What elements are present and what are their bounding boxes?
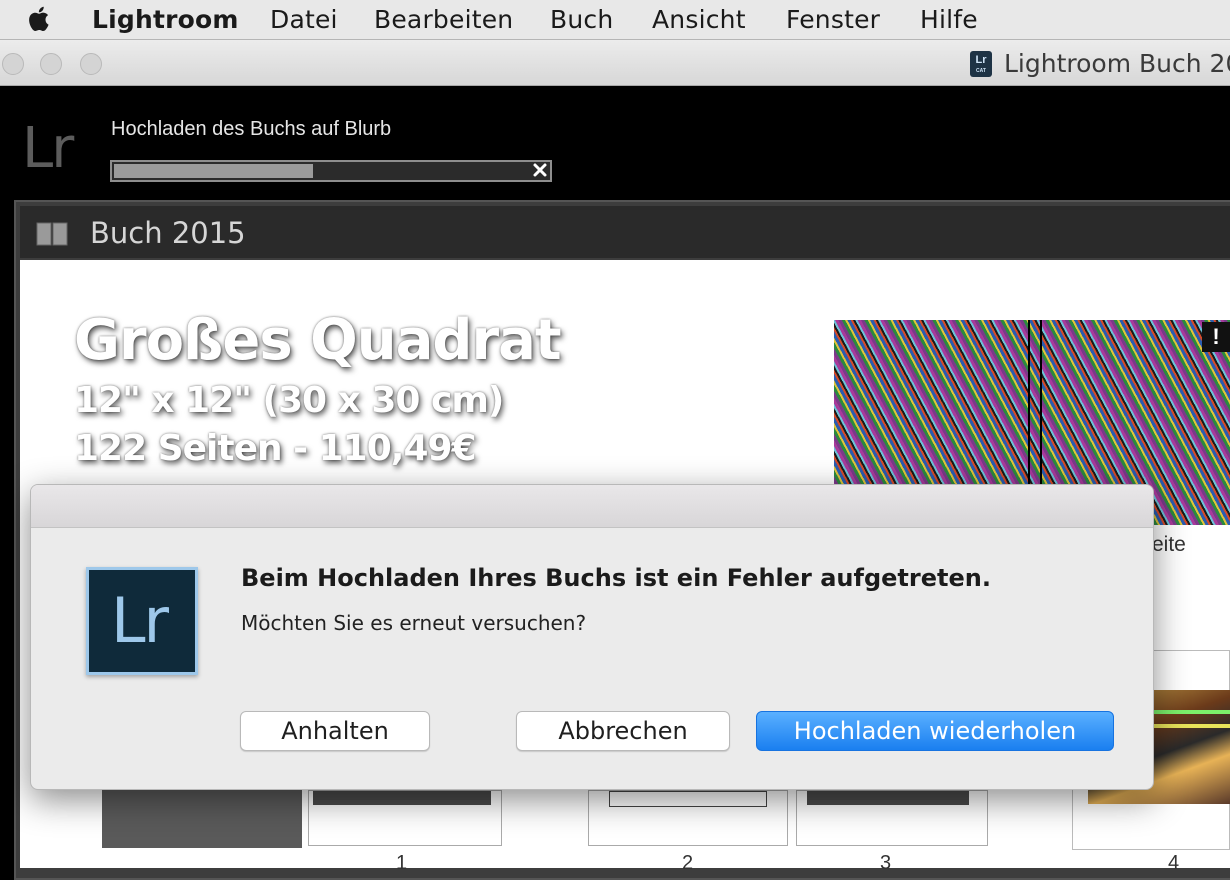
menu-ansicht[interactable]: Ansicht: [652, 5, 746, 34]
menu-bearbeiten[interactable]: Bearbeiten: [374, 5, 513, 34]
upload-error-dialog: Lr Beim Hochladen Ihres Buchs ist ein Fe…: [30, 484, 1154, 790]
page-thumbnail[interactable]: [308, 790, 502, 846]
minimize-window-button[interactable]: [40, 53, 62, 75]
cancel-upload-x-icon[interactable]: [531, 161, 549, 179]
menu-datei[interactable]: Datei: [270, 5, 338, 34]
zoom-window-button[interactable]: [80, 53, 102, 75]
page-thumbnail[interactable]: [588, 790, 788, 846]
menu-buch[interactable]: Buch: [550, 5, 613, 34]
doc-icon-sub: CAT: [976, 68, 986, 74]
upload-status-label: Hochladen des Buchs auf Blurb: [111, 118, 392, 140]
app-icon-text: Lr: [111, 584, 169, 657]
menu-bar: Lightroom Datei Bearbeiten Buch Ansicht …: [0, 0, 1230, 40]
book-panel-title: Buch 2015: [90, 216, 246, 250]
close-window-button[interactable]: [2, 53, 24, 75]
page-number: 4: [1168, 852, 1180, 874]
page-number: 3: [880, 852, 892, 874]
lightroom-app-icon: Lr: [86, 567, 198, 675]
menu-app-lightroom[interactable]: Lightroom: [92, 5, 239, 34]
book-pages-price: 122 Seiten - 110,49€: [74, 428, 477, 469]
upload-progress-bar: [110, 160, 552, 182]
apple-menu-icon[interactable]: [22, 2, 56, 36]
lightroom-catalog-icon: Lr CAT: [970, 51, 992, 77]
window-title: Lightroom Buch 20: [1004, 49, 1230, 78]
book-icon: [36, 222, 68, 246]
identity-plate-area: Lr Hochladen des Buchs auf Blurb: [0, 86, 1230, 202]
progress-fill: [114, 164, 313, 178]
page-label-partial: eite: [1152, 533, 1186, 556]
doc-icon-text: Lr: [975, 54, 987, 66]
book-format-size: 12" x 12" (30 x 30 cm): [74, 380, 504, 421]
dialog-titlebar: [31, 485, 1153, 528]
dialog-title: Beim Hochladen Ihres Buchs ist ein Fehle…: [241, 564, 991, 592]
page-number: 1: [396, 852, 408, 874]
dialog-message: Möchten Sie es erneut versuchen?: [241, 611, 587, 635]
warning-badge[interactable]: !: [1202, 322, 1230, 352]
window-titlebar: Lr CAT Lightroom Buch 20: [0, 40, 1230, 86]
menu-hilfe[interactable]: Hilfe: [920, 5, 978, 34]
page-thumbnail-dark[interactable]: [102, 790, 302, 848]
book-format-title: Großes Quadrat: [74, 308, 562, 373]
retry-upload-button[interactable]: Hochladen wiederholen: [756, 711, 1114, 751]
page-number: 2: [682, 852, 694, 874]
page-thumbnail[interactable]: [796, 790, 988, 846]
cancel-button[interactable]: Abbrechen: [516, 711, 730, 751]
stop-button[interactable]: Anhalten: [240, 711, 430, 751]
lightroom-logo: Lr: [22, 116, 74, 181]
menu-fenster[interactable]: Fenster: [786, 5, 880, 34]
book-panel-header: Buch 2015: [20, 206, 1230, 258]
